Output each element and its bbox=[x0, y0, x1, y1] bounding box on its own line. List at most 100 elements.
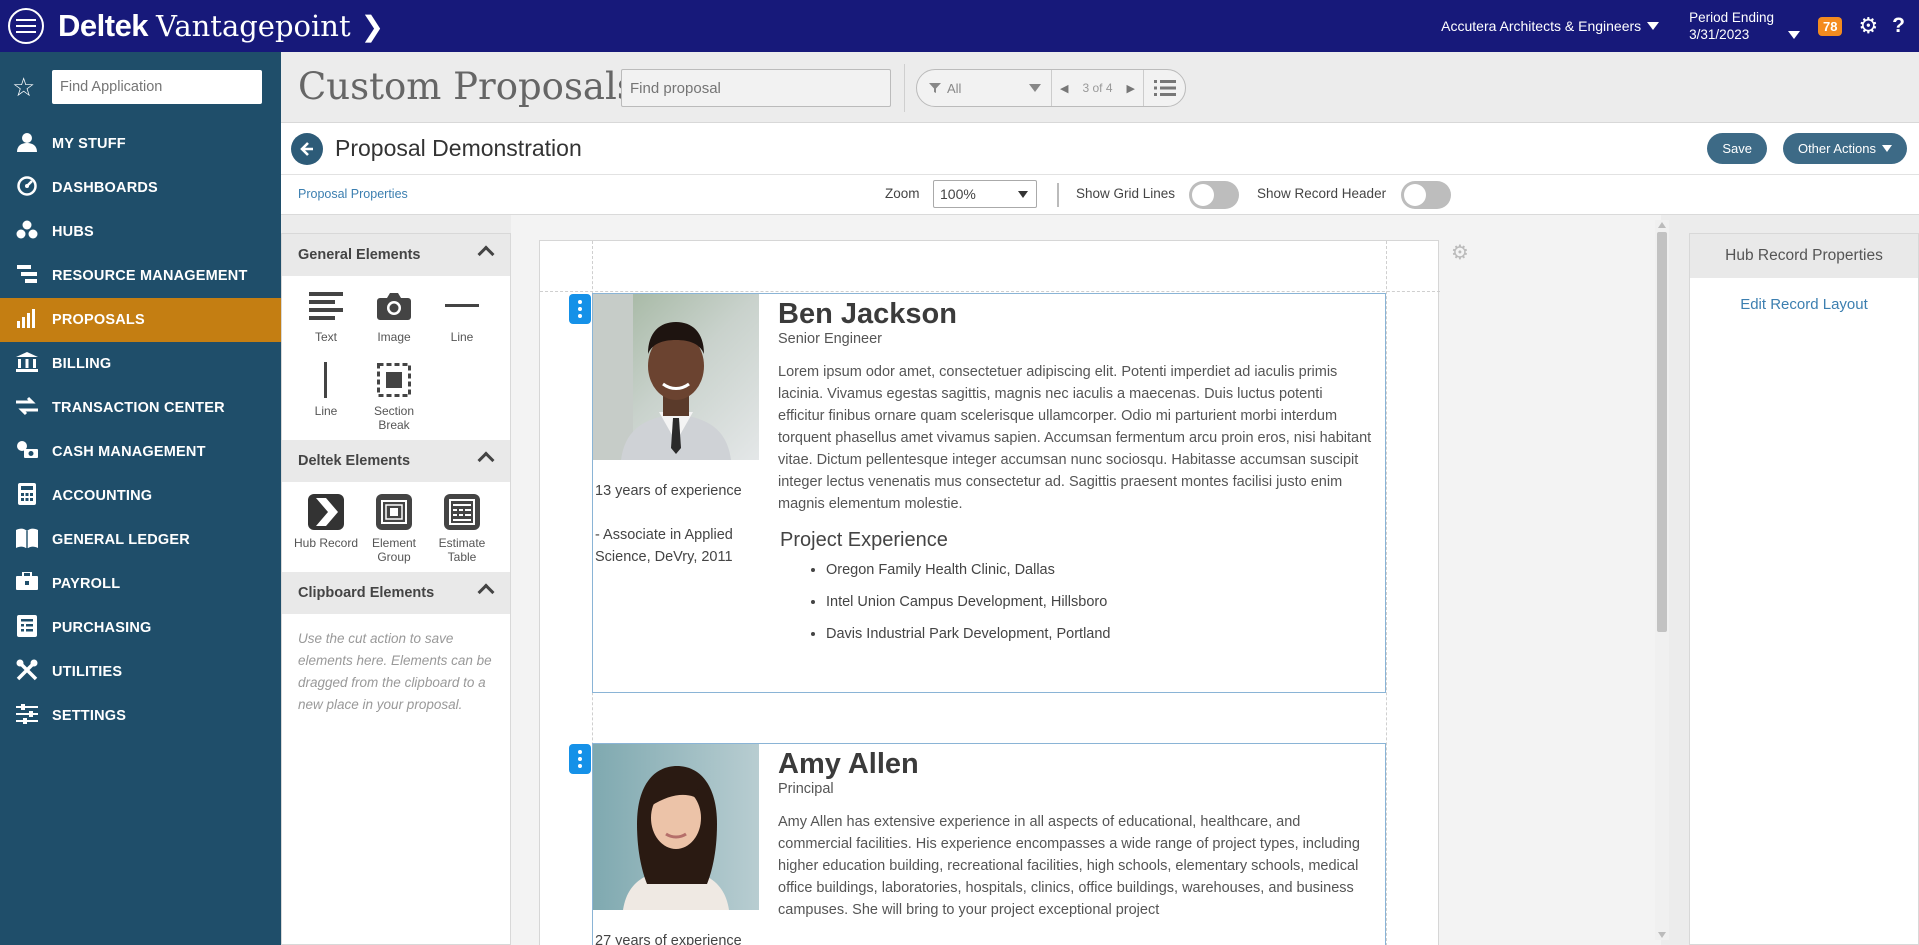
divider bbox=[1057, 183, 1059, 207]
zoom-select[interactable]: 100% bbox=[933, 180, 1037, 208]
element-label: Estimate Table bbox=[438, 536, 486, 564]
gear-icon[interactable]: ⚙ bbox=[1858, 13, 1878, 39]
clipboard-elements-header[interactable]: Clipboard Elements bbox=[282, 572, 510, 614]
bank-icon bbox=[14, 351, 40, 377]
previous-icon[interactable]: ◀ bbox=[1060, 82, 1068, 95]
filter-dropdown[interactable]: All bbox=[917, 70, 1052, 106]
panel-title: Hub Record Properties bbox=[1690, 234, 1918, 278]
sidebar-item-hubs[interactable]: HUBS bbox=[0, 210, 281, 254]
chevron-down-icon bbox=[1882, 145, 1892, 152]
hub-record-ben-jackson[interactable]: 13 years of experience - Associate in Ap… bbox=[569, 293, 1386, 693]
grid-lines-toggle[interactable] bbox=[1189, 181, 1239, 209]
sidebar-item-dashboards[interactable]: DASHBOARDS bbox=[0, 166, 281, 210]
canvas-scrollbar[interactable] bbox=[1655, 220, 1669, 940]
scrollbar-thumb[interactable] bbox=[1657, 232, 1667, 632]
sidebar-item-purchasing[interactable]: PURCHASING bbox=[0, 606, 281, 650]
estimate-table-element[interactable]: Estimate Table bbox=[428, 492, 496, 566]
sidebar-item-transaction-center[interactable]: TRANSACTION CENTER bbox=[0, 386, 281, 430]
star-icon[interactable]: ☆ bbox=[12, 72, 40, 103]
menu-icon[interactable] bbox=[8, 8, 44, 44]
chevron-up-icon bbox=[477, 583, 495, 601]
find-proposal-input[interactable] bbox=[621, 69, 891, 107]
element-label: Element Group bbox=[371, 536, 417, 564]
sidebar-item-label: DASHBOARDS bbox=[52, 180, 158, 196]
brand-deltek: Deltek bbox=[58, 8, 149, 43]
section-title: Clipboard Elements bbox=[298, 585, 435, 601]
period-selector[interactable]: Period Ending 3/31/2023 bbox=[1689, 9, 1800, 43]
tools-icon bbox=[14, 659, 40, 686]
record-header-toggle[interactable] bbox=[1401, 181, 1451, 209]
person-photo-image bbox=[593, 294, 759, 460]
image-element[interactable]: Image bbox=[360, 286, 428, 360]
proposal-page: 13 years of experience - Associate in Ap… bbox=[539, 240, 1440, 945]
zoom-value: 100% bbox=[940, 186, 976, 202]
sidebar-item-label: TRANSACTION CENTER bbox=[52, 400, 225, 416]
save-button[interactable]: Save bbox=[1707, 133, 1767, 164]
person-title: Senior Engineer bbox=[778, 331, 882, 347]
margin-guide bbox=[540, 291, 1440, 292]
help-icon[interactable]: ? bbox=[1892, 14, 1905, 38]
company-selector[interactable]: Accutera Architects & Engineers bbox=[1441, 18, 1660, 34]
divider bbox=[904, 64, 905, 112]
record-handle-icon[interactable] bbox=[569, 744, 591, 774]
sidebar-item-payroll[interactable]: PAYROLL bbox=[0, 562, 281, 606]
section-break-element[interactable]: Section Break bbox=[360, 360, 428, 434]
sidebar: ☆ MY STUFF DASHBOARDS HUBS RESOURCE MANAGEM… bbox=[0, 52, 281, 945]
sidebar-item-billing[interactable]: BILLING bbox=[0, 342, 281, 386]
design-toolbar: Proposal Properties Zoom 100% Show Grid … bbox=[281, 175, 1919, 215]
proposal-properties-link[interactable]: Proposal Properties bbox=[298, 187, 408, 201]
hub-record-amy-allen[interactable]: 27 years of experience Amy Allen Princip… bbox=[569, 743, 1386, 945]
section-title: Deltek Elements bbox=[298, 453, 411, 469]
sidebar-item-accounting[interactable]: ACCOUNTING bbox=[0, 474, 281, 518]
project-list: Oregon Family Health Clinic, Dallas Inte… bbox=[826, 562, 1373, 642]
sidebar-item-my-stuff[interactable]: MY STUFF bbox=[0, 122, 281, 166]
sidebar-item-general-ledger[interactable]: GENERAL LEDGER bbox=[0, 518, 281, 562]
ledger-icon bbox=[14, 528, 40, 553]
sidebar-item-utilities[interactable]: UTILITIES bbox=[0, 650, 281, 694]
scroll-up-icon[interactable] bbox=[1658, 222, 1666, 228]
sidebar-item-settings[interactable]: SETTINGS bbox=[0, 694, 281, 738]
sidebar-item-label: MY STUFF bbox=[52, 136, 126, 152]
back-button[interactable] bbox=[291, 133, 323, 165]
chevron-down-icon bbox=[1647, 22, 1660, 30]
edit-record-layout-link[interactable]: Edit Record Layout bbox=[1690, 296, 1918, 313]
next-icon[interactable]: ▶ bbox=[1127, 82, 1135, 95]
camera-icon bbox=[377, 293, 411, 320]
horizontal-line-element[interactable]: Line bbox=[428, 286, 496, 360]
payroll-icon bbox=[14, 570, 40, 597]
hub-record-properties-panel: Hub Record Properties Edit Record Layout bbox=[1689, 233, 1919, 945]
notification-badge[interactable]: 78 bbox=[1817, 16, 1843, 36]
vertical-line-icon bbox=[324, 362, 327, 398]
other-actions-button[interactable]: Other Actions bbox=[1782, 133, 1907, 164]
general-elements-header[interactable]: General Elements bbox=[282, 234, 510, 276]
gear-icon[interactable]: ⚙ bbox=[1451, 240, 1469, 265]
scroll-down-icon[interactable] bbox=[1658, 932, 1666, 938]
hub-record-element[interactable]: Hub Record bbox=[292, 492, 360, 566]
text-element[interactable]: Text bbox=[292, 286, 360, 360]
list-item: Intel Union Campus Development, Hillsbor… bbox=[826, 594, 1373, 610]
person-name: Amy Allen bbox=[778, 748, 919, 780]
resource-icon bbox=[14, 264, 40, 289]
toggle-knob bbox=[1192, 184, 1214, 206]
find-application-input[interactable] bbox=[52, 70, 262, 104]
toggle-knob bbox=[1404, 184, 1426, 206]
sidebar-item-label: GENERAL LEDGER bbox=[52, 532, 190, 548]
element-label: Section Break bbox=[373, 404, 415, 432]
vertical-line-element[interactable]: Line bbox=[292, 360, 360, 434]
list-item: Oregon Family Health Clinic, Dallas bbox=[826, 562, 1373, 578]
purchasing-icon bbox=[14, 614, 40, 642]
record-handle-icon[interactable] bbox=[569, 294, 591, 324]
list-view-icon[interactable] bbox=[1144, 79, 1185, 97]
chevron-up-icon bbox=[477, 245, 495, 263]
sidebar-item-label: CASH MANAGEMENT bbox=[52, 444, 206, 460]
hubs-icon bbox=[14, 220, 40, 245]
education: - Associate in Applied Science, DeVry, 2… bbox=[595, 527, 733, 565]
deltek-elements-header[interactable]: Deltek Elements bbox=[282, 440, 510, 482]
brand-vantagepoint: Vantagepoint bbox=[156, 9, 351, 43]
element-group-element[interactable]: Element Group bbox=[360, 492, 428, 566]
sidebar-item-cash-management[interactable]: CASH MANAGEMENT bbox=[0, 430, 281, 474]
sidebar-item-resource-management[interactable]: RESOURCE MANAGEMENT bbox=[0, 254, 281, 298]
app-brand[interactable]: Deltek Vantagepoint ❯ bbox=[58, 8, 384, 44]
record-navigator: All ◀ 3 of 4 ▶ bbox=[916, 69, 1186, 107]
sidebar-item-proposals[interactable]: PROPOSALS bbox=[0, 298, 281, 342]
